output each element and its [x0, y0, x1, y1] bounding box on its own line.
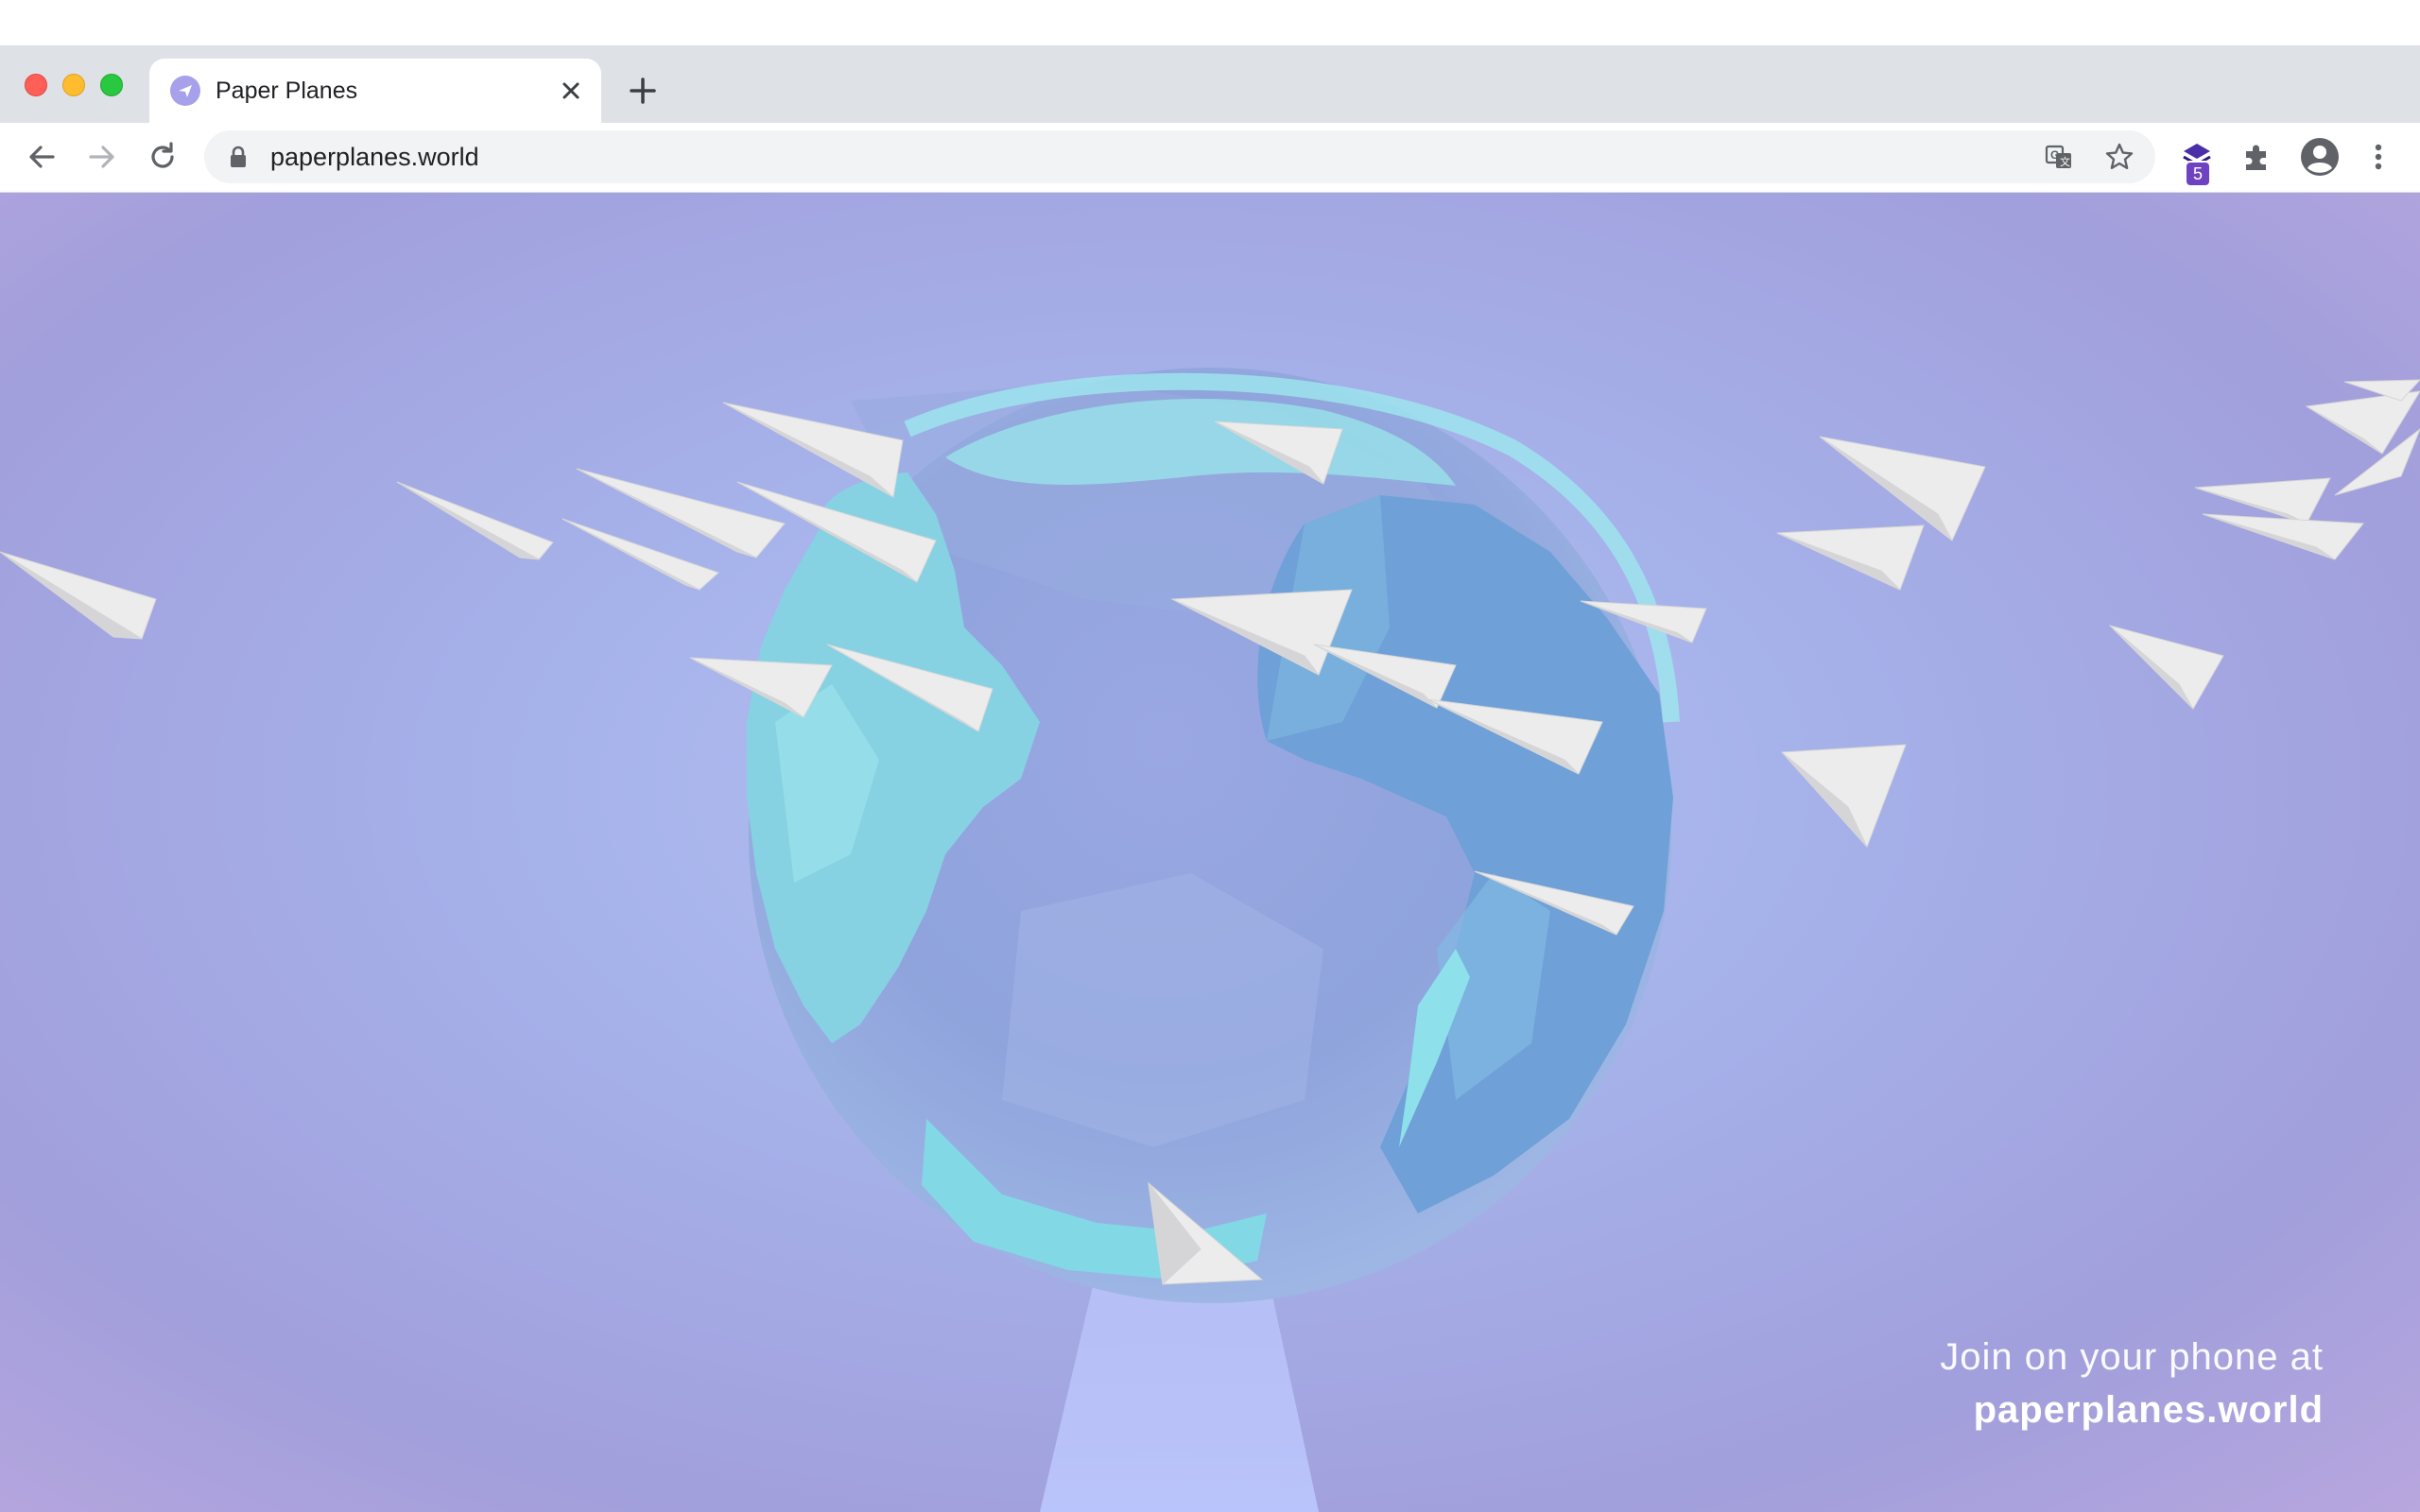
bookmark-star-icon[interactable] — [2104, 142, 2135, 172]
address-bar[interactable]: paperplanes.world G文 — [204, 130, 2155, 183]
profile-avatar-icon[interactable] — [2299, 136, 2341, 178]
close-window-button[interactable] — [25, 74, 47, 96]
join-text: Join on your phone at — [1940, 1336, 2324, 1378]
join-url: paperplanes.world — [1973, 1389, 2324, 1431]
maximize-window-button[interactable] — [100, 74, 123, 96]
paper-planes-canvas[interactable]: Join on your phone at paperplanes.world — [0, 193, 2420, 1512]
tab-title: Paper Planes — [216, 77, 358, 104]
minimize-window-button[interactable] — [62, 74, 85, 96]
reload-icon[interactable] — [144, 138, 182, 176]
forward-arrow-icon[interactable] — [83, 138, 121, 176]
extensions-puzzle-icon[interactable] — [2238, 138, 2276, 176]
extension-badge: 5 — [2185, 161, 2211, 187]
join-message: Join on your phone at paperplanes.world — [1940, 1331, 2324, 1436]
more-menu-icon[interactable] — [2360, 138, 2397, 176]
globe — [747, 368, 1680, 1303]
paper-plane — [1780, 744, 1907, 848]
back-arrow-icon[interactable] — [23, 138, 60, 176]
url-text: paperplanes.world — [270, 143, 479, 171]
menu-bar-strip — [0, 0, 2420, 45]
paper-plane — [396, 481, 554, 560]
translate-icon[interactable]: G文 — [2044, 142, 2074, 172]
paper-plane — [2202, 513, 2364, 560]
paper-plane — [576, 468, 786, 558]
close-tab-icon[interactable] — [554, 74, 588, 108]
globe-scene — [0, 368, 2420, 1512]
lock-icon[interactable] — [229, 146, 248, 173]
browser-tab[interactable]: Paper Planes — [149, 59, 601, 123]
svg-text:文: 文 — [2060, 155, 2070, 168]
paper-plane — [1819, 436, 1986, 541]
paper-plane — [1776, 524, 1925, 591]
paper-plane — [0, 551, 157, 640]
new-tab-button[interactable] — [624, 72, 662, 110]
paper-plane-icon — [170, 76, 200, 106]
paper-plane — [2108, 625, 2224, 710]
browser-toolbar: paperplanes.world G文 5 — [0, 123, 2420, 193]
